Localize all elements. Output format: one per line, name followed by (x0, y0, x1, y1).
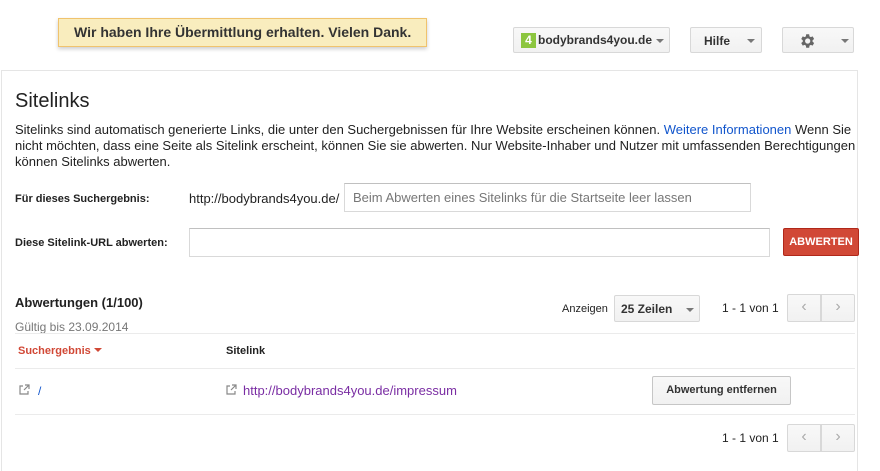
divider (15, 333, 855, 334)
help-label: Hilfe (704, 34, 731, 48)
show-label: Anzeigen (562, 303, 608, 315)
site-name: bodybrands4you.de (538, 33, 653, 47)
chevron-right-icon: › (835, 428, 841, 445)
url-prefix: http://bodybrands4you.de/ (189, 191, 340, 206)
sitelink-cell-link[interactable]: http://bodybrands4you.de/impressum (243, 383, 457, 398)
settings-button[interactable] (782, 27, 854, 53)
description-text-1: Sitelinks sind automatisch generierte Li… (15, 122, 664, 137)
column-header-search-result[interactable]: Suchergebnis (18, 345, 102, 357)
column-header-sitelink: Sitelink (226, 345, 266, 357)
success-notice: Wir haben Ihre Übermittlung erhalten. Vi… (58, 18, 428, 47)
divider (15, 414, 855, 415)
site-selector[interactable]: 4 bodybrands4you.de (513, 27, 670, 53)
prev-page-button[interactable]: ‹ (787, 424, 821, 452)
prev-page-button[interactable]: ‹ (787, 294, 821, 322)
external-link-icon[interactable] (18, 384, 30, 396)
divider (15, 368, 855, 369)
search-result-input[interactable] (344, 183, 751, 212)
chevron-down-icon (686, 308, 694, 312)
help-button[interactable]: Hilfe (690, 27, 762, 53)
external-link-icon[interactable] (225, 384, 237, 396)
chevron-left-icon: ‹ (801, 428, 807, 445)
demotions-title: Abwertungen (1/100) (15, 295, 143, 310)
column-header-label: Suchergebnis (18, 345, 91, 357)
chevron-left-icon: ‹ (801, 298, 807, 315)
gear-icon (801, 34, 815, 48)
search-result-cell[interactable]: / (38, 384, 41, 398)
page-title: Sitelinks (15, 90, 90, 112)
sitelink-url-input[interactable] (189, 228, 770, 257)
top-bar: Wir haben Ihre Übermittlung erhalten. Vi… (0, 0, 880, 70)
chevron-down-icon (747, 39, 755, 43)
search-result-label: Für dieses Suchergebnis: (15, 193, 150, 205)
more-info-link[interactable]: Weitere Informationen (664, 122, 792, 137)
pagination-info-bottom: 1 - 1 von 1 (722, 431, 779, 445)
pagination-info-top: 1 - 1 von 1 (722, 301, 779, 315)
site-logo-icon: 4 (521, 33, 536, 48)
remove-demotion-button[interactable]: Abwertung entfernen (652, 376, 791, 405)
sitelink-url-label: Diese Sitelink-URL abwerten: (15, 237, 168, 249)
valid-until-text: Gültig bis 23.09.2014 (15, 320, 129, 334)
chevron-down-icon (656, 39, 664, 43)
rows-per-page-select[interactable]: 25 Zeilen (614, 295, 700, 322)
page-description: Sitelinks sind automatisch generierte Li… (15, 122, 860, 170)
sort-down-icon (93, 348, 102, 352)
chevron-right-icon: › (835, 298, 841, 315)
demote-button[interactable]: ABWERTEN (783, 228, 859, 256)
next-page-button[interactable]: › (821, 294, 855, 322)
rows-per-page-value: 25 Zeilen (621, 302, 673, 316)
next-page-button[interactable]: › (821, 424, 855, 452)
chevron-down-icon (841, 39, 849, 43)
